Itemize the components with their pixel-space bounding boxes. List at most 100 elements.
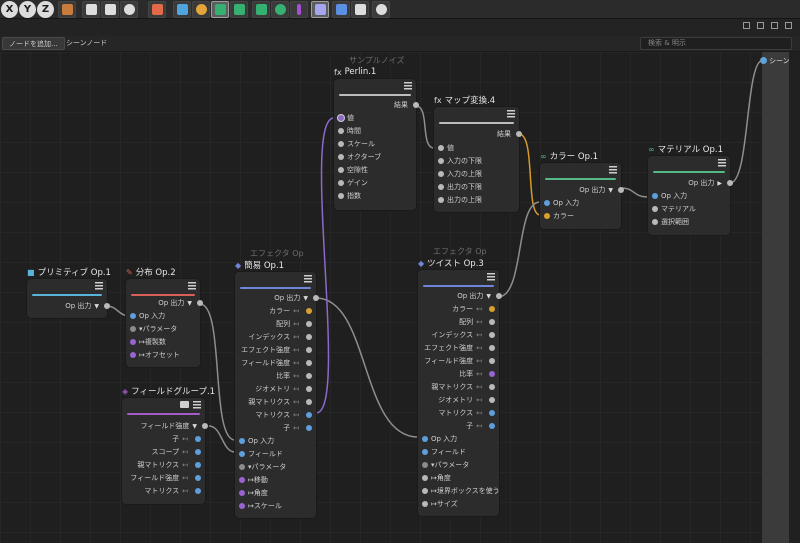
port-output-max[interactable]: 出力の上限 bbox=[438, 194, 482, 206]
cube-icon[interactable] bbox=[173, 1, 191, 18]
port-exponent[interactable]: 指数 bbox=[338, 190, 361, 202]
port-parameters[interactable]: ▾ パラメータ bbox=[239, 461, 286, 473]
node-material[interactable]: ∞ マテリアル Op.1 Op 出力 ▶ Op 入力 マテリアル 選択範囲 bbox=[648, 145, 733, 235]
x-axis-icon[interactable]: X bbox=[1, 1, 18, 18]
node-distribute[interactable]: ✎ 分布 Op.2 Op 出力 ▼ Op 入力 ▾ パラメータ ↦ 複製数 ↦ オフ… bbox=[126, 268, 203, 367]
port-dot[interactable] bbox=[104, 303, 110, 309]
port-ratio[interactable]: 比率 ↤ bbox=[276, 370, 312, 382]
port-input-min[interactable]: 入力の下限 bbox=[438, 155, 482, 167]
port-gain[interactable]: ゲイン bbox=[338, 177, 368, 189]
port-result[interactable]: 結果 bbox=[497, 128, 522, 140]
port-scale[interactable]: ↦ スケール bbox=[239, 500, 282, 512]
cloner-icon[interactable] bbox=[230, 1, 248, 18]
port-ratio[interactable]: 比率 ↤ bbox=[459, 368, 495, 380]
node-editor-icon[interactable] bbox=[148, 1, 166, 18]
lock-icon[interactable] bbox=[58, 1, 76, 18]
port-time[interactable]: 時間 bbox=[338, 125, 361, 137]
tag-icon[interactable] bbox=[311, 1, 329, 18]
port-output-min[interactable]: 出力の下限 bbox=[438, 181, 482, 193]
port-field-strength[interactable]: フィールド強度 ↤ bbox=[130, 472, 201, 484]
port-array[interactable]: 配列 ↤ bbox=[276, 318, 312, 330]
port-offset[interactable]: ↦ オフセット bbox=[130, 349, 180, 361]
port-geometry[interactable]: ジオメトリ ↤ bbox=[255, 383, 312, 395]
port-op-output[interactable]: Op 出力 ▼ bbox=[158, 297, 203, 309]
node-simple-effector[interactable]: エフェクタ Op ◆ 簡易 Op.1 Op 出力 ▼ カラー ↤ 配列 ↤ インデックス… bbox=[235, 249, 319, 518]
port-rotation[interactable]: ↦ 角度 bbox=[239, 487, 268, 499]
port-rotation[interactable]: ↦ 角度 bbox=[422, 472, 451, 484]
port-color[interactable]: カラー ↤ bbox=[452, 303, 495, 315]
effector-icon[interactable] bbox=[271, 1, 289, 18]
port-matrix[interactable]: マトリクス ↤ bbox=[144, 485, 201, 497]
lock-panel-icon[interactable] bbox=[771, 22, 778, 29]
port-array[interactable]: 配列 ↤ bbox=[459, 316, 495, 328]
port-matrix[interactable]: マトリクス ↤ bbox=[438, 407, 495, 419]
menu-icon[interactable] bbox=[193, 401, 201, 409]
port-field-strength[interactable]: フィールド強度 ↤ bbox=[424, 355, 495, 367]
menu-icon[interactable] bbox=[404, 82, 412, 90]
port-op-input[interactable]: Op 入力 bbox=[652, 190, 687, 202]
port-op-input[interactable]: Op 入力 bbox=[422, 433, 457, 445]
menu-icon[interactable] bbox=[188, 282, 196, 290]
port-count[interactable]: ↦ 複製数 bbox=[130, 336, 166, 348]
port-child[interactable]: 子 ↤ bbox=[466, 420, 495, 432]
port-dot[interactable] bbox=[197, 300, 203, 306]
folder-icon[interactable] bbox=[180, 401, 189, 408]
port-scope[interactable]: スコープ ↤ bbox=[152, 446, 201, 458]
port-use-bounding-box[interactable]: ↦ 境界ボックスを使う bbox=[422, 485, 500, 497]
node-primitive[interactable]: ■ プリミティブ Op.1 Op 出力 ▼ bbox=[27, 268, 111, 318]
port-op-input[interactable]: Op 入力 bbox=[130, 310, 165, 322]
expand-icon[interactable] bbox=[757, 22, 764, 29]
port-op-input[interactable]: Op 入力 bbox=[544, 197, 579, 209]
port-result[interactable]: 結果 bbox=[394, 99, 419, 111]
tab-scene-nodes[interactable]: シーンノード bbox=[60, 37, 113, 50]
camera-icon[interactable] bbox=[351, 1, 369, 18]
port-parameters[interactable]: ▾ パラメータ bbox=[130, 323, 177, 335]
port-effect-strength[interactable]: エフェクト強度 ↤ bbox=[424, 342, 495, 354]
port-scale[interactable]: スケール bbox=[338, 138, 375, 150]
port-effect-strength[interactable]: エフェクト強度 ↤ bbox=[241, 344, 312, 356]
port-move[interactable]: ↦ 移動 bbox=[239, 474, 268, 486]
port-op-input[interactable]: Op 入力 bbox=[239, 435, 274, 447]
port-value[interactable]: 値 bbox=[438, 142, 454, 154]
field-icon[interactable] bbox=[290, 1, 308, 18]
layout-icon[interactable] bbox=[743, 22, 750, 29]
port-color[interactable]: カラー bbox=[544, 210, 574, 222]
menu-icon[interactable] bbox=[718, 159, 726, 167]
port-child[interactable]: 子 ↤ bbox=[172, 433, 201, 445]
port-op-output[interactable]: Op 出力 ▼ bbox=[274, 292, 319, 304]
node-remap[interactable]: fx マップ変換.4 結果 値 入力の下限 入力の上限 出力の下限 出力の上限 bbox=[434, 96, 522, 212]
port-field-strength-out[interactable]: フィールド強度 ▼ bbox=[141, 420, 208, 432]
port-field[interactable]: フィールド bbox=[239, 448, 283, 460]
floor-icon[interactable] bbox=[332, 1, 350, 18]
menu-icon[interactable] bbox=[95, 282, 103, 290]
port-matrix[interactable]: マトリクス ↤ bbox=[255, 409, 312, 421]
port-parameters[interactable]: ▾ パラメータ bbox=[422, 459, 469, 471]
port-value[interactable]: 値 bbox=[338, 112, 354, 124]
port-field[interactable]: フィールド bbox=[422, 446, 466, 458]
port-op-output[interactable]: Op 出力 ▶ bbox=[688, 177, 733, 189]
deformer-icon[interactable] bbox=[252, 1, 270, 18]
node-color[interactable]: ∞ カラー Op.1 Op 出力 ▼ Op 入力 カラー bbox=[540, 152, 624, 229]
close-icon[interactable] bbox=[785, 22, 792, 29]
port-octaves[interactable]: オクターブ bbox=[338, 151, 381, 163]
pen-icon[interactable] bbox=[192, 1, 210, 18]
scrollbar[interactable] bbox=[789, 52, 800, 543]
clapper-icon[interactable] bbox=[82, 1, 100, 18]
port-index[interactable]: インデックス ↤ bbox=[431, 329, 495, 341]
port-color[interactable]: カラー ↤ bbox=[269, 305, 312, 317]
port-field-strength[interactable]: フィールド強度 ↤ bbox=[241, 357, 312, 369]
port-input-max[interactable]: 入力の上限 bbox=[438, 168, 482, 180]
menu-icon[interactable] bbox=[304, 275, 312, 283]
port-parent-matrix[interactable]: 親マトリクス ↤ bbox=[431, 381, 495, 393]
render-view-icon[interactable] bbox=[101, 1, 119, 18]
z-axis-icon[interactable]: Z bbox=[37, 1, 54, 18]
menu-icon[interactable] bbox=[507, 110, 515, 118]
menu-icon[interactable] bbox=[487, 273, 495, 281]
node-fieldgroup[interactable]: ◈ フィールドグループ.1 フィールド強度 ▼ 子 ↤ スコープ ↤ 親マトリクス ↤ フ… bbox=[122, 387, 215, 504]
port-parent-matrix[interactable]: 親マトリクス ↤ bbox=[248, 396, 312, 408]
menu-icon[interactable] bbox=[609, 166, 617, 174]
port-material[interactable]: マテリアル bbox=[652, 203, 696, 215]
port-child[interactable]: 子 ↤ bbox=[283, 422, 312, 434]
port-size[interactable]: ↦ サイズ bbox=[422, 498, 458, 510]
port-lacunarity[interactable]: 空隙性 bbox=[338, 164, 368, 176]
